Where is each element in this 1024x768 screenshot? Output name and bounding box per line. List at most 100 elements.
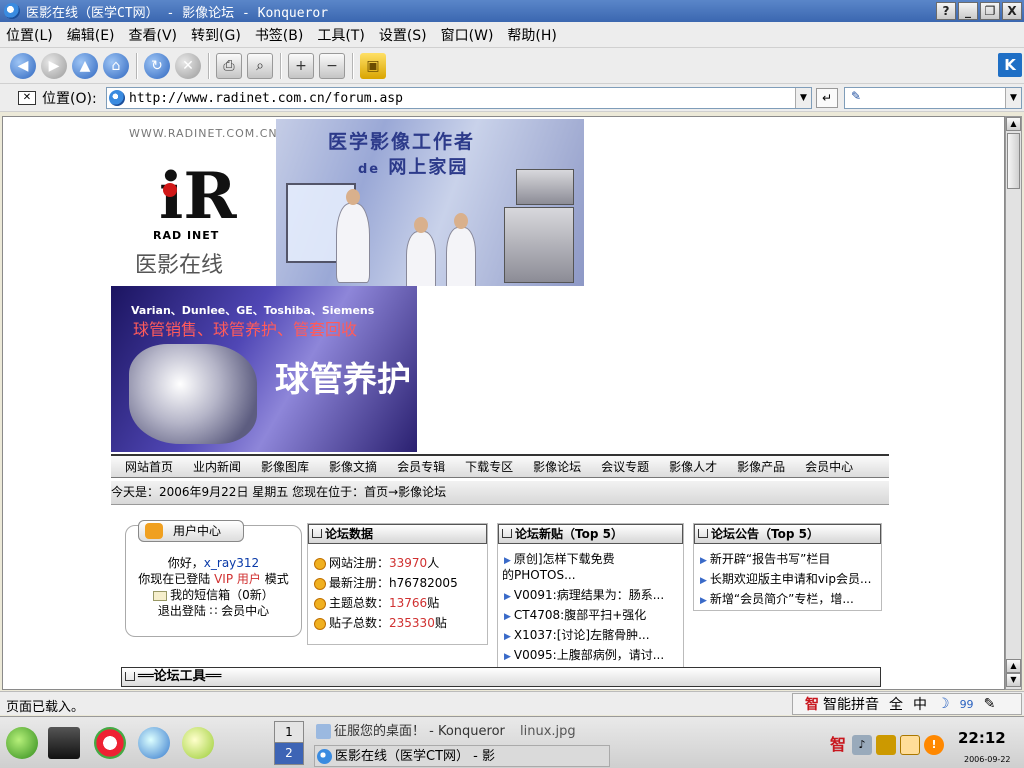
announcement-link[interactable]: ▶ 长期欢迎版主申请和vip会员... [700, 570, 871, 587]
inbox-link[interactable]: 我的短信箱（0新） [170, 588, 274, 602]
nav-image-gallery[interactable]: 影像图库 [261, 458, 309, 475]
username-link[interactable]: x_ray312 [204, 556, 259, 570]
zoom-in-icon[interactable]: + [288, 52, 314, 79]
klipper-clipboard-icon[interactable] [900, 735, 920, 755]
wallet-icon[interactable] [876, 735, 896, 755]
desktop-1-button[interactable]: 1 [275, 722, 303, 743]
ime-tray-icon[interactable]: 智 [828, 735, 848, 755]
ime-lang-toggle[interactable]: 中 [913, 694, 927, 714]
post-title[interactable]: X1037:[讨论]左髂骨肿... [514, 628, 650, 642]
help-button[interactable]: ? [936, 2, 956, 20]
menu-view[interactable]: 查看(V) [129, 25, 178, 45]
find-icon[interactable]: ⌕ [247, 52, 273, 79]
stop-icon[interactable]: ✕ [175, 52, 201, 79]
post-title[interactable]: 原创]怎样下载免费 [514, 552, 615, 566]
zoom-out-icon[interactable]: − [319, 52, 345, 79]
window-titlebar[interactable]: 医影在线（医学CT网） - 影像论坛 - Konqueror ? _ ❐ X [0, 0, 1024, 22]
logout-line[interactable]: 退出登陆 ∷ 会员中心 [126, 602, 301, 619]
post-title[interactable]: V0091:病理结果为：肠系... [514, 588, 664, 602]
post-link-cont[interactable]: 的PHOTOS... [502, 566, 576, 583]
nav-downloads[interactable]: 下载专区 [465, 458, 513, 475]
url-dropdown-arrow-icon[interactable]: ▼ [795, 88, 811, 108]
newest-member-link[interactable]: h76782005 [389, 576, 458, 590]
post-link[interactable]: ▶ 原创]怎样下载免费 [504, 550, 615, 567]
maximize-button[interactable]: ❐ [980, 2, 1000, 20]
forward-icon[interactable]: ▶ [41, 52, 67, 79]
tube-ad-banner[interactable]: Varian、Dunlee、GE、Toshiba、Siemens 球管销售、球管… [111, 286, 417, 452]
menu-help[interactable]: 帮助(H) [507, 25, 556, 45]
help-lifebuoy-icon[interactable] [94, 727, 126, 759]
ime-moon-icon[interactable]: ☽ [937, 696, 950, 712]
url-combobox[interactable]: ▼ [106, 87, 812, 109]
post-title[interactable]: CT4708:腹部平扫+强化 [514, 608, 646, 622]
konqueror-app-icon[interactable] [4, 3, 20, 19]
settings-tools-icon[interactable] [182, 727, 214, 759]
site-logo[interactable]: WWW.RADINET.COM.CN iR RAD INET 医影在线 [111, 119, 277, 286]
inbox-line[interactable]: 我的短信箱（0新） [126, 586, 301, 603]
up-icon[interactable]: ▲ [72, 52, 98, 79]
go-button[interactable]: ↵ [816, 88, 838, 108]
announcement-title[interactable]: 新开辟“报告书写”栏目 [710, 552, 830, 566]
post-link[interactable]: ▶ V0091:病理结果为：肠系... [504, 586, 664, 603]
post-link[interactable]: ▶ V0095:上腹部病例，请讨... [504, 646, 664, 663]
close-button[interactable]: X [1002, 2, 1022, 20]
menu-go[interactable]: 转到(G) [191, 25, 241, 45]
k-menu-icon[interactable] [6, 727, 38, 759]
post-link[interactable]: ▶ X1037:[讨论]左髂骨肿... [504, 626, 650, 643]
search-dropdown-arrow-icon[interactable]: ▼ [1005, 88, 1021, 108]
nav-member-album[interactable]: 会员专辑 [397, 458, 445, 475]
browser-globe-icon[interactable] [138, 727, 170, 759]
search-combobox[interactable]: ✎ ▼ [844, 87, 1022, 109]
scroll-thumb[interactable] [1007, 133, 1020, 189]
menu-window[interactable]: 窗口(W) [441, 25, 494, 45]
task-image-title[interactable]: linux.jpg [520, 721, 576, 743]
announcement-title[interactable]: 长期欢迎版主申请和vip会员... [710, 572, 872, 586]
scroll-down-arrow-icon[interactable]: ▼ [1006, 673, 1021, 687]
desktop-2-button[interactable]: 2 [275, 743, 303, 764]
minimize-button[interactable]: _ [958, 2, 978, 20]
update-notifier-icon[interactable]: ! [924, 735, 944, 755]
volume-icon[interactable]: ♪ [852, 735, 872, 755]
post-title[interactable]: V0095:上腹部病例，请讨... [514, 648, 664, 662]
nav-forum[interactable]: 影像论坛 [533, 458, 581, 475]
print-icon[interactable]: ⎙ [216, 52, 242, 79]
nav-conferences[interactable]: 会议专题 [601, 458, 649, 475]
ime-fullwidth-toggle[interactable]: 全 [889, 694, 903, 714]
ime-pen-icon[interactable]: ✎ [984, 696, 996, 712]
menu-tools[interactable]: 工具(T) [317, 25, 364, 45]
web-page-viewport[interactable]: WWW.RADINET.COM.CN iR RAD INET 医影在线 医学影像… [2, 116, 1005, 690]
reload-icon[interactable]: ↻ [144, 52, 170, 79]
nav-digest[interactable]: 影像文摘 [329, 458, 377, 475]
nav-home[interactable]: 网站首页 [125, 458, 173, 475]
menu-settings[interactable]: 设置(S) [379, 25, 427, 45]
menu-location[interactable]: 位置(L) [6, 25, 53, 45]
page-vertical-scrollbar[interactable]: ▲ ▲ ▼ [1005, 116, 1022, 690]
post-link[interactable]: ▶ CT4708:腹部平扫+强化 [504, 606, 646, 623]
clock[interactable]: 22:12 [958, 729, 1006, 747]
menu-bookmarks[interactable]: 书签(B) [255, 25, 304, 45]
scroll-up-arrow-icon[interactable]: ▲ [1006, 117, 1021, 131]
desktop-pager[interactable]: 1 2 [274, 721, 304, 765]
nav-talent[interactable]: 影像人才 [669, 458, 717, 475]
ime-name[interactable]: 智能拼音 [823, 694, 879, 714]
announcement-link[interactable]: ▶ 新开辟“报告书写”栏目 [700, 550, 830, 567]
security-lock-icon[interactable]: ▣ [360, 52, 386, 79]
terminal-icon[interactable] [48, 727, 80, 759]
ime-punct-icon[interactable]: 99 [960, 698, 974, 711]
menu-edit[interactable]: 编辑(E) [67, 25, 115, 45]
clear-location-icon[interactable]: ✕ [18, 90, 36, 105]
nav-products[interactable]: 影像产品 [737, 458, 785, 475]
nav-news[interactable]: 业内新闻 [193, 458, 241, 475]
ime-logo-icon[interactable]: 智 [805, 694, 819, 714]
url-input[interactable] [129, 90, 795, 106]
search-engine-icon[interactable]: ✎ [845, 89, 867, 107]
task-konqueror-desktop[interactable]: 征服您的桌面！ - Konqueror linux.jpg [314, 721, 610, 743]
announcement-title[interactable]: 新增“会员简介”专栏，增... [710, 592, 854, 606]
back-icon[interactable]: ◀ [10, 52, 36, 79]
task-konqueror-forum[interactable]: 医影在线（医学CT网） - 影 [314, 745, 610, 767]
nav-member-center[interactable]: 会员中心 [805, 458, 853, 475]
scroll-up-arrow-icon[interactable]: ▲ [1006, 659, 1021, 673]
ime-toolbar[interactable]: 智 智能拼音 全 中 ☽ 99 ✎ [792, 693, 1022, 715]
home-icon[interactable]: ⌂ [103, 52, 129, 79]
announcement-link[interactable]: ▶ 新增“会员简介”专栏，增... [700, 590, 854, 607]
